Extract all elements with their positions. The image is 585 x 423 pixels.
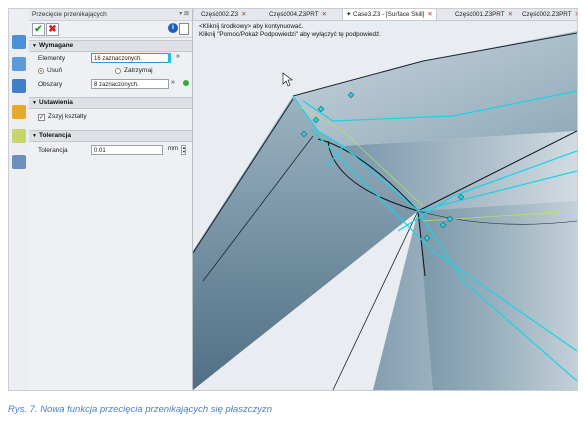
panel-title-text: Przecięcie przenikających xyxy=(32,11,107,18)
areas-field[interactable]: 8 zaznaczonych. xyxy=(91,79,169,89)
assembly-tool-icon[interactable] xyxy=(12,79,26,93)
expand-chevron-icon[interactable]: » xyxy=(176,53,180,60)
panel-toolbar: ✔ ✖ i xyxy=(29,21,192,38)
collapse-triangle-icon: ▼ xyxy=(32,100,37,106)
remove-radio-label: Usuń xyxy=(47,67,63,74)
tolerance-spinner[interactable]: ▲ ▼ xyxy=(181,145,186,155)
section-settings[interactable]: ▼ Ustawienia xyxy=(29,97,192,109)
panel-window-controls[interactable]: ▾ ⊠ xyxy=(179,9,189,20)
section-required[interactable]: ▼ Wymagane xyxy=(29,40,192,52)
hint-line-1: <Kliknij środkowy> aby kontynuować. xyxy=(199,23,304,30)
close-icon[interactable]: ✕ xyxy=(427,11,432,18)
tab-case3-surface-skill[interactable]: ✦ Case3.Z3 - [Surface Skill] ✕ xyxy=(342,9,437,20)
close-icon[interactable]: ✕ xyxy=(575,11,577,18)
tab-label: Część001.Z3PRT xyxy=(455,11,505,18)
tab-czesc001-z3prt[interactable]: Część001.Z3PRT ✕ xyxy=(452,9,516,20)
selection-indicator xyxy=(168,53,171,63)
viewport-hint: <Kliknij środkowy> aby kontynuować. Klik… xyxy=(199,23,381,39)
tab-active-marker: ✦ xyxy=(346,11,354,18)
close-icon[interactable]: ✕ xyxy=(322,11,327,18)
collapse-triangle-icon: ▼ xyxy=(32,133,37,139)
surface-model[interactable] xyxy=(193,21,577,390)
tab-czesc002-z3[interactable]: Część002.Z3 ✕ xyxy=(198,9,249,20)
screenshot-frame: Przecięcie przenikających ▾ ⊠ ✔ ✖ i ▼ Wym… xyxy=(8,8,578,391)
sketch-tool-icon[interactable] xyxy=(12,57,26,71)
user-tool-icon[interactable] xyxy=(12,155,26,169)
close-icon[interactable]: ✕ xyxy=(241,11,246,18)
pick-filter-icon[interactable] xyxy=(183,80,189,86)
close-icon[interactable]: ✕ xyxy=(508,11,513,18)
stitch-checkbox[interactable]: ✓ xyxy=(38,114,45,121)
tolerance-unit: mm xyxy=(168,146,178,152)
areas-label: Obszary xyxy=(38,81,63,88)
info-button[interactable]: i xyxy=(168,23,178,33)
tab-label: Część002.Z3 xyxy=(201,11,239,18)
stitch-row: ✓ Zszyj kształty xyxy=(29,111,192,124)
remove-radio[interactable] xyxy=(38,68,44,74)
cancel-button[interactable]: ✖ xyxy=(46,23,59,36)
section-required-label: Wymagane xyxy=(38,42,74,49)
section-tolerance[interactable]: ▼ Tolerancja xyxy=(29,130,192,142)
tolerance-row: Tolerancja 0.01 mm ▲ ▼ xyxy=(29,144,192,157)
keep-radio-label: Zatrzymaj xyxy=(124,67,153,74)
figure-caption: Rys. 7. Nowa funkcja przecięcia przenika… xyxy=(8,404,272,415)
document-tabs: Część002.Z3 ✕ Część004.Z3PRT ✕ ✦ Case3.Z3 … xyxy=(194,9,577,21)
tab-czesc002-z3prt[interactable]: Część002.Z3PRT✕ xyxy=(519,9,577,20)
areas-row: Obszary 8 zaznaczonych. » xyxy=(29,78,192,91)
tab-label: Case3.Z3 - [Surface Skill] xyxy=(353,11,425,18)
section-tolerance-label: Tolerancja xyxy=(38,132,71,139)
image-tool-icon[interactable] xyxy=(12,129,26,143)
tolerance-label: Tolerancja xyxy=(38,147,68,154)
mode-row: Usuń Zatrzymaj xyxy=(29,65,192,78)
stitch-label: Zszyj kształty xyxy=(48,113,87,120)
document-icon[interactable] xyxy=(179,23,189,35)
surface-tool-icon[interactable] xyxy=(12,105,26,119)
elements-label: Elementy xyxy=(38,55,66,62)
part-tool-icon[interactable] xyxy=(12,35,26,49)
section-settings-label: Ustawienia xyxy=(38,99,73,106)
collapse-triangle-icon: ▼ xyxy=(32,43,37,49)
3d-viewport[interactable]: <Kliknij środkowy> aby kontynuować. Klik… xyxy=(193,21,577,390)
hint-line-2: Kliknij "Pomoc/Pokaż Podpowiedzi" aby wy… xyxy=(199,31,381,38)
keep-radio[interactable] xyxy=(115,68,121,74)
tolerance-input[interactable]: 0.01 xyxy=(91,145,163,155)
tab-label: Część004.Z3PRT xyxy=(269,11,319,18)
tab-label: Część002.Z3PRT xyxy=(522,11,572,18)
ok-button[interactable]: ✔ xyxy=(32,23,45,36)
tab-czesc004-z3prt[interactable]: Część004.Z3PRT ✕ xyxy=(266,9,330,20)
intersect-panel: Przecięcie przenikających ▾ ⊠ ✔ ✖ i ▼ Wym… xyxy=(29,9,193,390)
panel-title: Przecięcie przenikających ▾ ⊠ xyxy=(29,9,192,21)
side-toolbar xyxy=(9,9,30,390)
elements-row: Elementy 16 zaznaczonych. » xyxy=(29,52,192,65)
elements-field[interactable]: 16 zaznaczonych. xyxy=(91,53,169,63)
expand-chevron-icon[interactable]: » xyxy=(171,79,175,86)
